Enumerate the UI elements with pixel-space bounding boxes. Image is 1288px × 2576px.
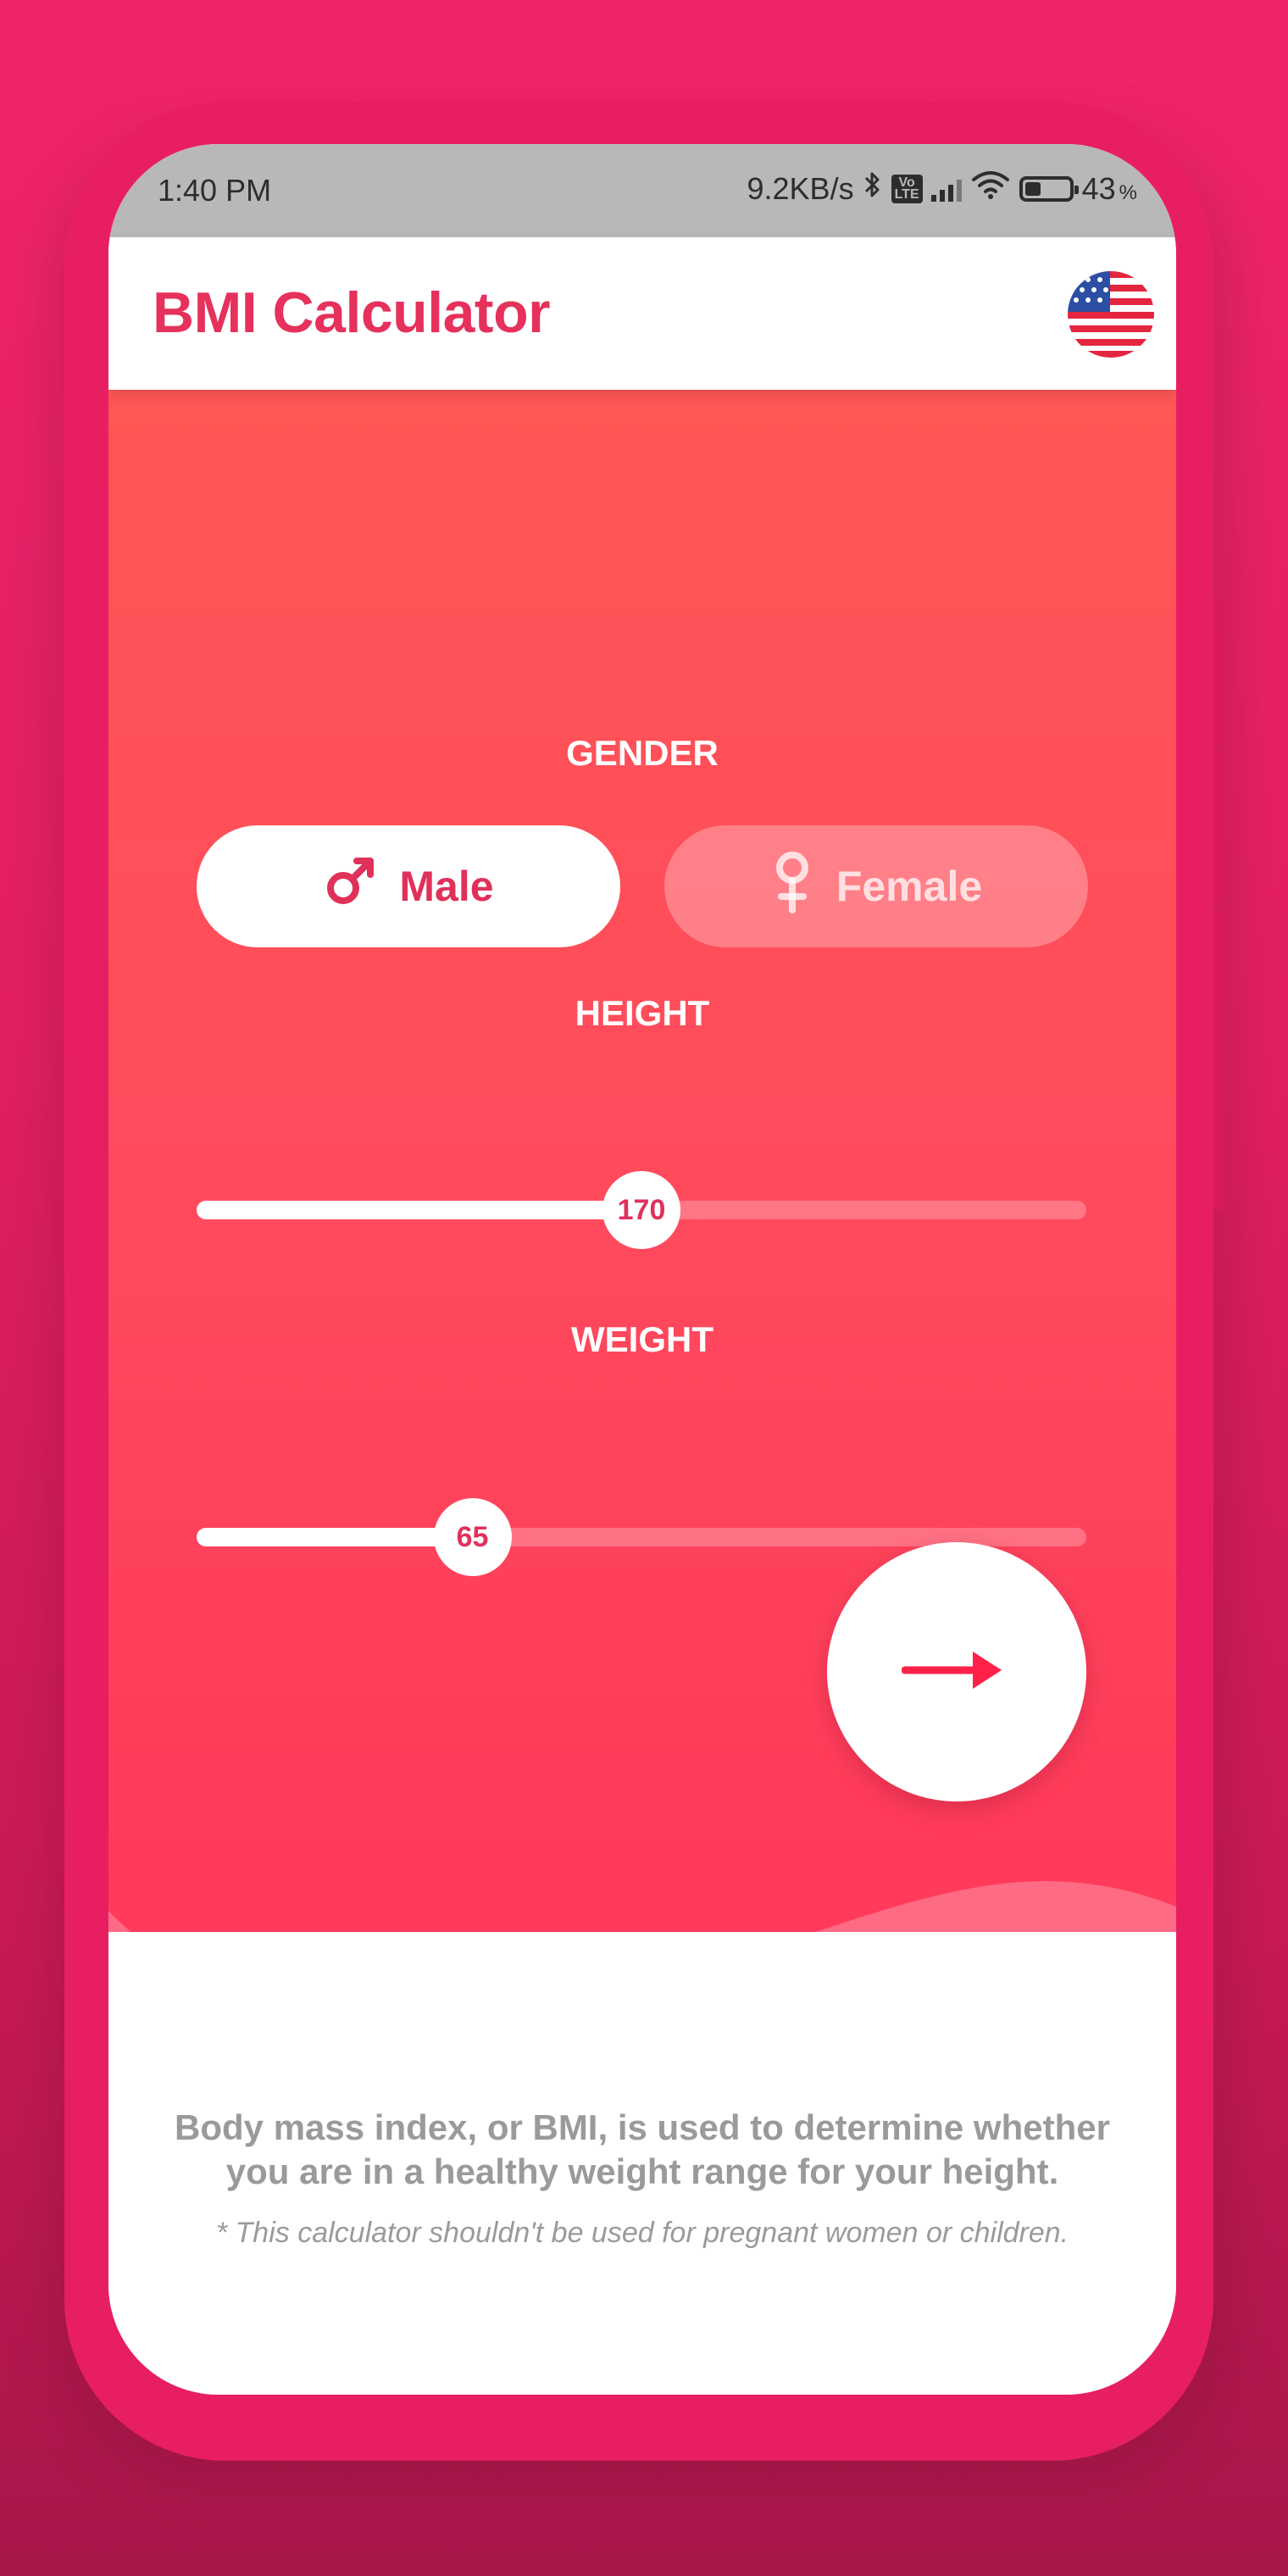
female-button[interactable]: Female <box>664 825 1088 947</box>
battery-icon <box>1019 175 1079 202</box>
female-label: Female <box>836 863 983 910</box>
bluetooth-icon <box>863 169 883 208</box>
female-icon <box>770 849 814 924</box>
status-bar: 1:40 PM 9.2KB/s Vo LTE 43 % <box>108 144 1176 237</box>
male-button[interactable]: Male <box>197 825 620 947</box>
app-bar: BMI Calculator <box>108 237 1176 390</box>
calculate-next-button[interactable] <box>827 1542 1086 1802</box>
weight-label: WEIGHT <box>571 1319 713 1359</box>
height-slider-thumb[interactable]: 170 <box>602 1171 680 1249</box>
volume-down-button <box>1213 907 1224 1210</box>
app-title: BMI Calculator <box>153 280 551 345</box>
phone-screen: 1:40 PM 9.2KB/s Vo LTE 43 % BMI Calculat… <box>108 144 1176 2395</box>
status-icons: 9.2KB/s Vo LTE 43 % <box>747 169 1138 208</box>
male-label: Male <box>399 863 494 910</box>
weight-slider-fill <box>197 1528 473 1546</box>
male-icon <box>323 854 377 919</box>
height-label: HEIGHT <box>575 993 710 1033</box>
arrow-right-icon <box>901 1645 1012 1700</box>
bmi-disclaimer: * This calculator shouldn't be used for … <box>215 2217 1069 2249</box>
battery-level <box>1024 181 1041 196</box>
height-slider-fill <box>197 1201 641 1219</box>
volte-icon: Vo LTE <box>891 174 923 203</box>
status-time: 1:40 PM <box>158 173 272 208</box>
volume-up-button <box>1213 752 1224 903</box>
weight-slider-thumb[interactable]: 65 <box>433 1498 512 1576</box>
battery-percent: 43% <box>1081 170 1137 206</box>
bmi-description: Body mass index, or BMI, is used to dete… <box>175 2107 1110 2191</box>
height-slider[interactable]: 170 <box>197 1171 1086 1249</box>
gender-label: GENDER <box>566 733 719 773</box>
us-flag-icon[interactable] <box>1068 271 1154 358</box>
wifi-icon <box>970 169 1011 208</box>
signal-icon <box>930 176 962 202</box>
network-speed: 9.2KB/s <box>747 170 854 206</box>
power-button <box>1213 598 1224 751</box>
